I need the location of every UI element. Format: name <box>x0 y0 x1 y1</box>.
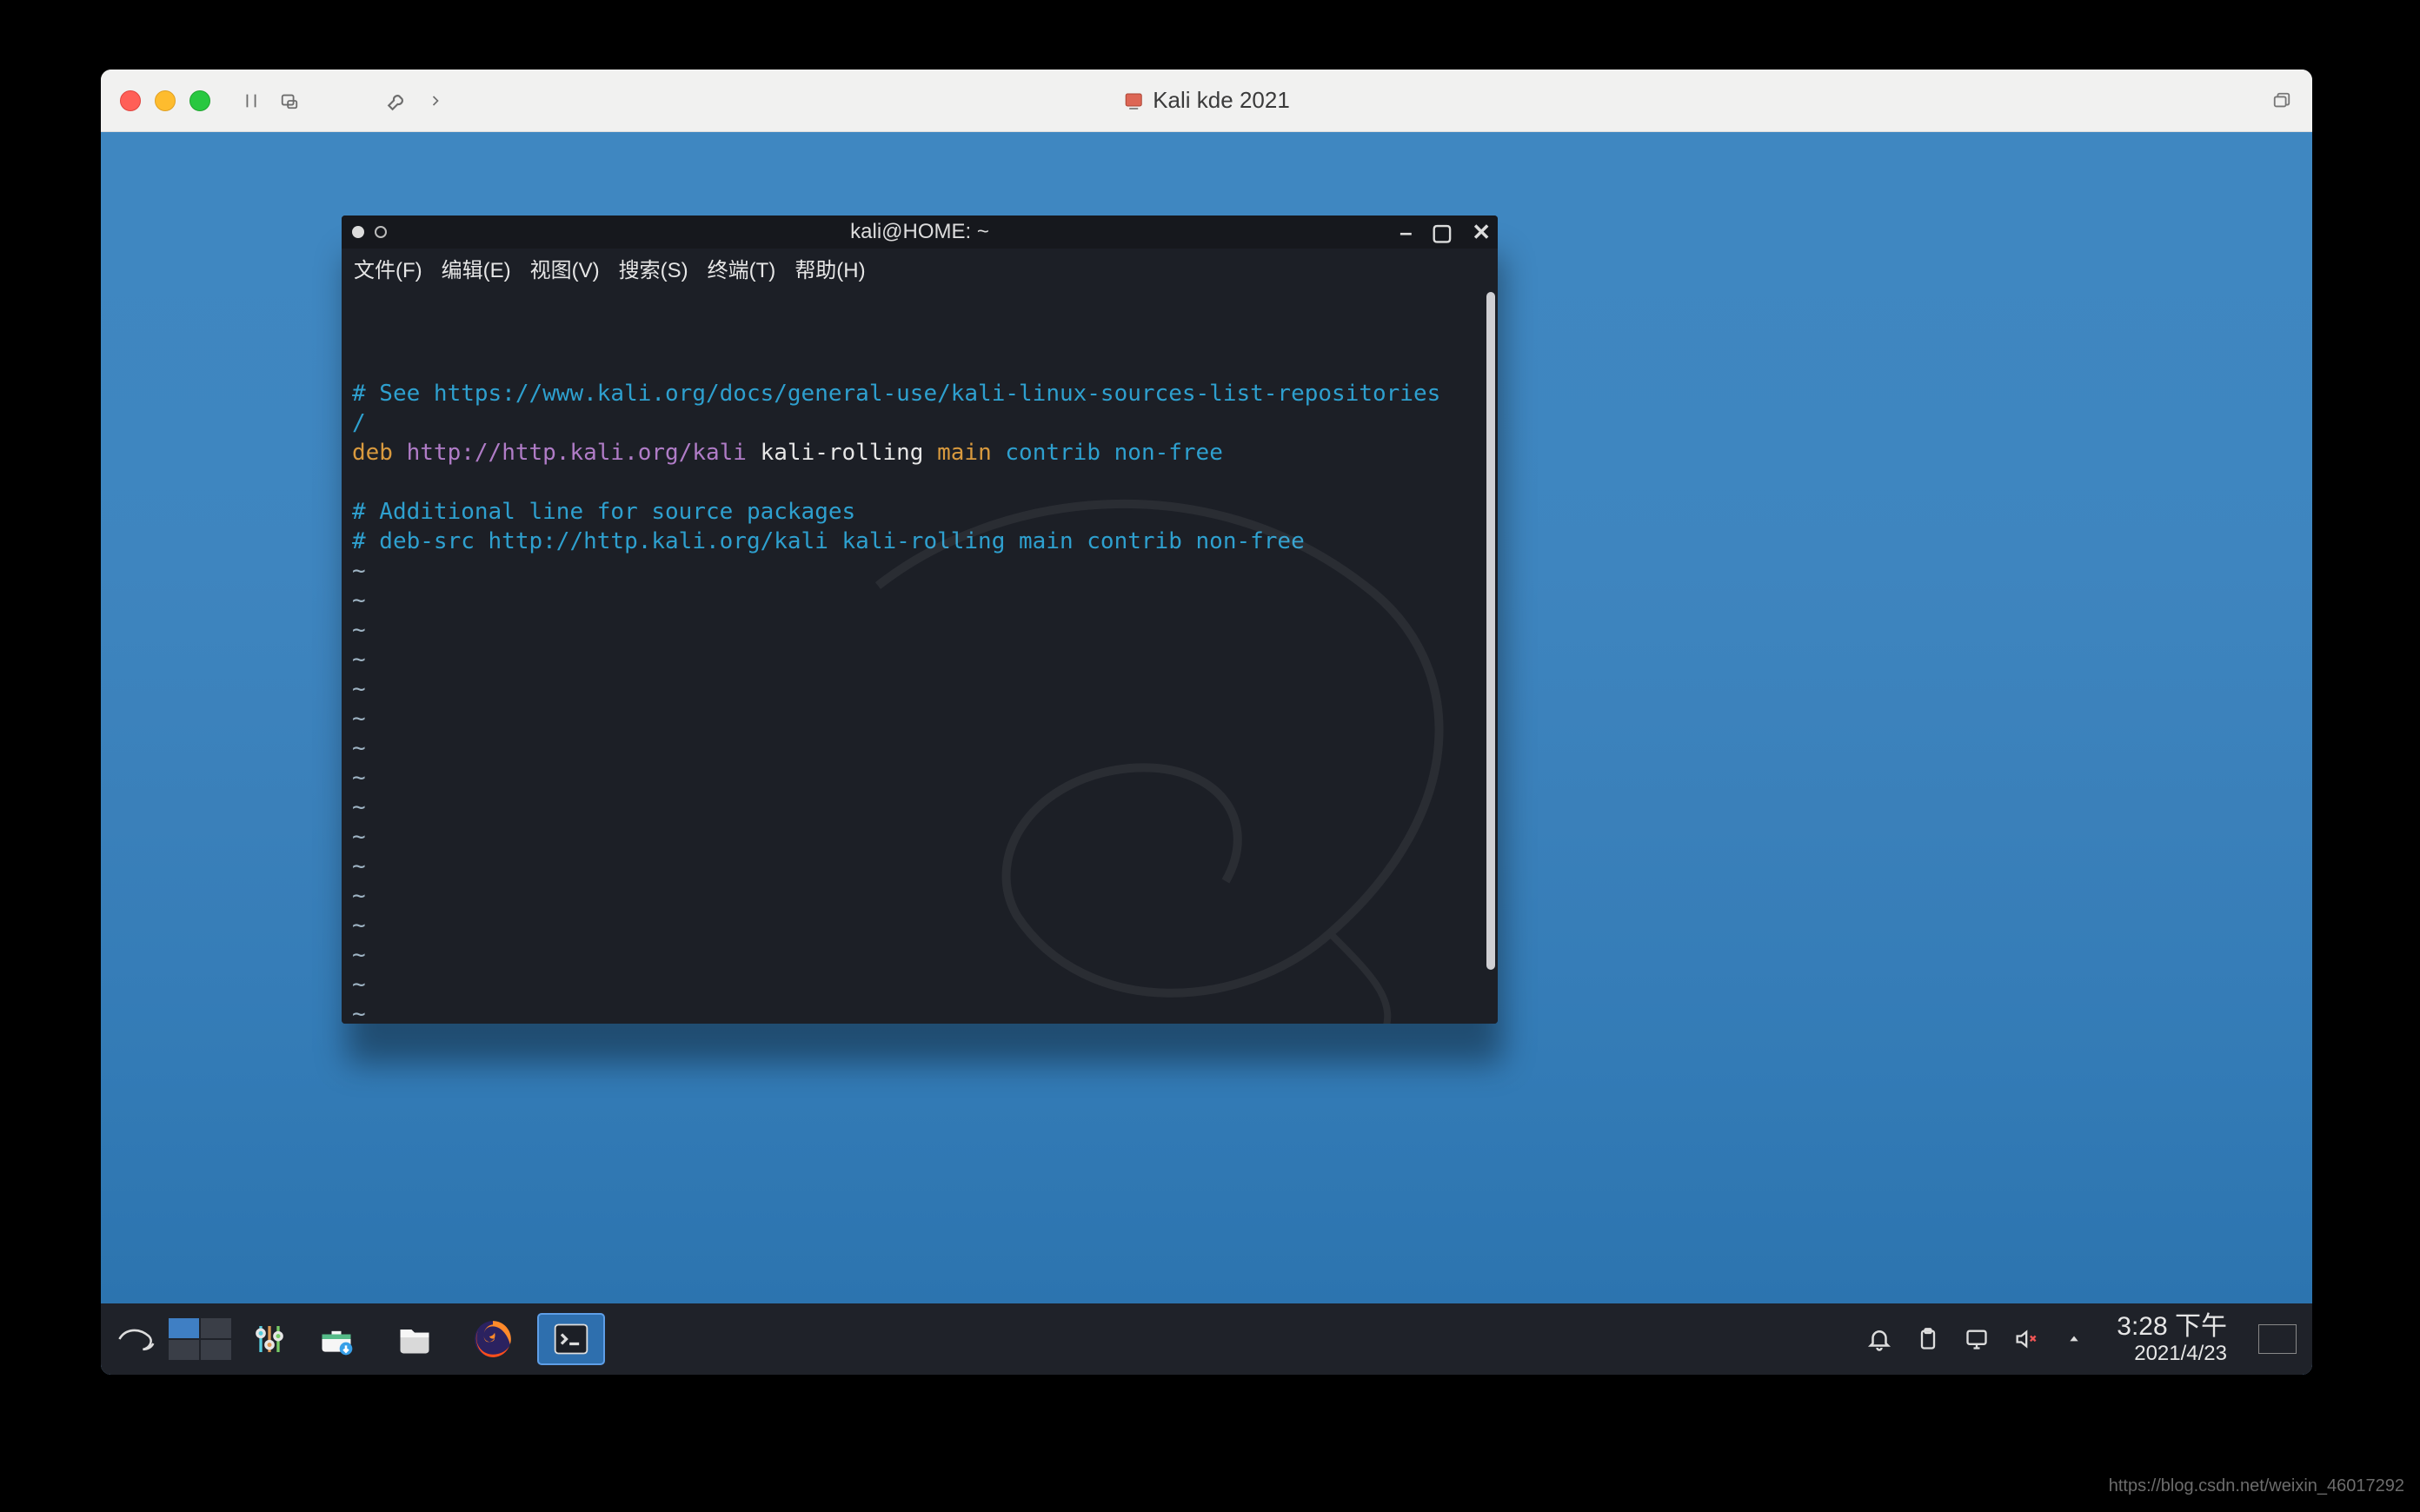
vim-tilde: ~ <box>352 942 366 968</box>
host-window: Kali kde 2021 kali@HOME: ~ – ▢ ✕ <box>101 70 2312 1375</box>
vim-tilde: ~ <box>352 676 366 702</box>
host-title: Kali kde 2021 <box>1153 87 1290 114</box>
display-icon[interactable] <box>1962 1324 1991 1354</box>
host-titlebar: Kali kde 2021 <box>101 70 2312 132</box>
editor-token-url: http://http.kali.org/kali <box>407 440 747 466</box>
vim-tilde: ~ <box>352 617 366 643</box>
menu-view[interactable]: 视图(V) <box>530 253 600 283</box>
vim-tilde: ~ <box>352 765 366 791</box>
terminal-scrollbar[interactable] <box>1486 292 1495 970</box>
workspace-4[interactable] <box>201 1340 231 1360</box>
menu-edit[interactable]: 编辑(E) <box>442 253 511 283</box>
terminal-titlebar[interactable]: kali@HOME: ~ – ▢ ✕ <box>342 216 1498 249</box>
kali-menu-icon[interactable] <box>116 1320 155 1358</box>
minimize-icon[interactable]: – <box>1399 219 1412 246</box>
terminal-window-controls: – ▢ ✕ <box>1399 219 1491 246</box>
vim-tilde: ~ <box>352 558 366 584</box>
vim-tilde: ~ <box>352 706 366 732</box>
menu-search[interactable]: 搜索(S) <box>619 253 688 283</box>
minimize-button[interactable] <box>155 90 176 111</box>
workspace-1[interactable] <box>169 1318 199 1338</box>
workspace-3[interactable] <box>169 1340 199 1360</box>
task-terminal[interactable] <box>537 1313 605 1365</box>
pause-icon[interactable] <box>236 86 266 116</box>
maximize-icon[interactable]: ▢ <box>1432 219 1453 246</box>
workspace-switcher[interactable] <box>169 1318 231 1360</box>
close-icon[interactable]: ✕ <box>1472 219 1491 246</box>
tray-expand-icon[interactable] <box>2059 1324 2089 1354</box>
settings-sliders-icon[interactable] <box>250 1320 289 1358</box>
vim-tilde: ~ <box>352 647 366 673</box>
menu-term[interactable]: 终端(T) <box>708 253 776 283</box>
show-desktop-button[interactable] <box>2258 1324 2297 1354</box>
terminal-title-dots <box>342 226 387 238</box>
kali-desktop[interactable]: kali@HOME: ~ – ▢ ✕ 文件(F) 编辑(E) 视图(V) 搜索(… <box>101 132 2312 1375</box>
bell-icon[interactable] <box>1865 1324 1894 1354</box>
editor-token-deb: deb <box>352 440 393 466</box>
vim-tilde: ~ <box>352 735 366 761</box>
clock-time: 3:28 下午 <box>2117 1312 2227 1343</box>
task-downloads[interactable] <box>302 1313 370 1365</box>
kali-dragon-watermark <box>707 452 1367 1008</box>
wrench-icon[interactable] <box>382 86 412 116</box>
kali-panel: 3:28 下午 2021/4/23 <box>101 1303 2312 1375</box>
screenshot-icon[interactable] <box>275 86 304 116</box>
workspace-2[interactable] <box>201 1318 231 1338</box>
terminal-menubar: 文件(F) 编辑(E) 视图(V) 搜索(S) 终端(T) 帮助(H) <box>342 249 1498 287</box>
system-tray: 3:28 下午 2021/4/23 <box>1865 1312 2305 1366</box>
dot-icon <box>352 226 364 238</box>
task-firefox[interactable] <box>459 1313 527 1365</box>
menu-help[interactable]: 帮助(H) <box>794 253 865 283</box>
traffic-lights <box>101 90 210 111</box>
dot-icon <box>375 226 387 238</box>
window-multi-icon[interactable] <box>2267 86 2297 116</box>
close-button[interactable] <box>120 90 141 111</box>
host-title-group: Kali kde 2021 <box>1123 87 1290 114</box>
menu-file[interactable]: 文件(F) <box>354 253 422 283</box>
volume-muted-icon[interactable] <box>2011 1324 2040 1354</box>
chevron-right-icon[interactable] <box>421 86 450 116</box>
vim-tilde: ~ <box>352 587 366 613</box>
panel-clock[interactable]: 3:28 下午 2021/4/23 <box>2117 1312 2227 1366</box>
vim-tilde: ~ <box>352 853 366 879</box>
terminal-window[interactable]: kali@HOME: ~ – ▢ ✕ 文件(F) 编辑(E) 视图(V) 搜索(… <box>342 216 1498 1024</box>
vm-icon <box>1123 90 1144 111</box>
vim-tilde: ~ <box>352 912 366 938</box>
task-files[interactable] <box>381 1313 449 1365</box>
vim-tilde: ~ <box>352 824 366 850</box>
maximize-button[interactable] <box>189 90 210 111</box>
terminal-body[interactable]: # See https://www.kali.org/docs/general-… <box>342 287 1498 1024</box>
vim-tilde: ~ <box>352 794 366 820</box>
vim-tilde: ~ <box>352 1001 366 1024</box>
host-toolbar-left <box>236 86 450 116</box>
clock-date: 2021/4/23 <box>2117 1342 2227 1366</box>
source-watermark: https://blog.csdn.net/weixin_46017292 <box>2109 1476 2404 1496</box>
clipboard-icon[interactable] <box>1913 1324 1943 1354</box>
vim-tilde: ~ <box>352 883 366 909</box>
vim-tilde: ~ <box>352 972 366 998</box>
editor-line: # See https://www.kali.org/docs/general-… <box>352 381 1440 436</box>
terminal-title: kali@HOME: ~ <box>850 220 989 244</box>
